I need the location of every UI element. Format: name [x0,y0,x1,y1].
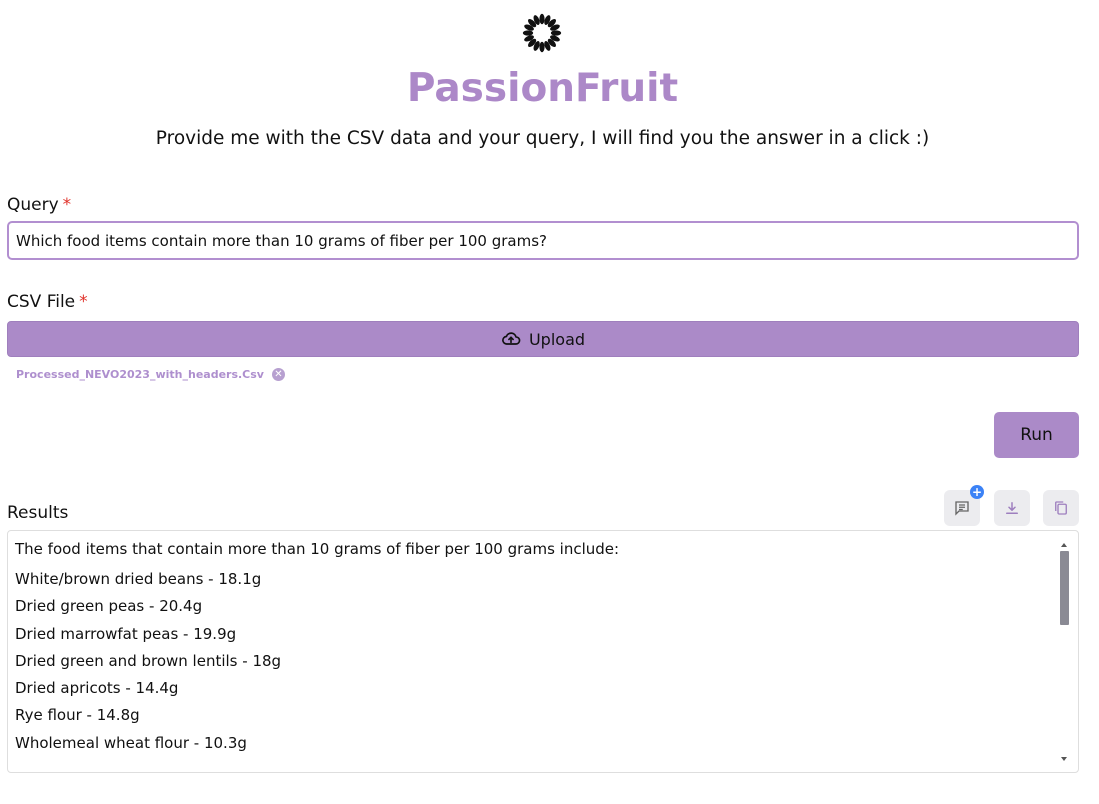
results-label: Results [7,503,69,523]
download-button[interactable] [994,490,1030,526]
query-input[interactable] [7,221,1079,260]
result-line: Rye flour - 14.8g [15,706,140,725]
query-label-text: Query [7,195,59,215]
results-text: The food items that contain more than 10… [15,540,1055,761]
result-line: Dried apricots - 14.4g [15,679,179,698]
comment-icon [955,501,969,516]
csv-label: CSV File * [7,292,88,312]
required-mark: * [62,195,72,215]
csv-label-text: CSV File [7,292,76,312]
result-line: White/brown dried beans - 18.1g [15,570,262,588]
app-subtitle: Provide me with the CSV data and your qu… [155,128,930,149]
new-badge: + [970,485,984,499]
copy-button[interactable] [1043,490,1079,526]
app-title: PassionFruit [406,66,679,111]
result-line: Dried green peas - 20.4g [15,597,203,616]
cloud-upload-icon [502,332,521,345]
sunburst-logo-icon [522,13,562,53]
required-mark: * [79,292,88,312]
uploaded-file-chip: Processed_NEVO2023_with_headers.Csv ✕ [16,368,285,381]
result-line: Wholemeal wheat flour - 10.3g [15,733,247,752]
download-icon [1006,502,1018,514]
file-name: Processed_NEVO2023_with_headers.Csv [16,368,264,381]
scroll-up-icon[interactable] [1061,543,1067,547]
results-intro: The food items that contain more than 10… [15,540,620,558]
result-line: Dried marrowfat peas - 19.9g [15,624,237,643]
upload-label: Upload [528,329,586,349]
result-line: Dried green and brown lentils - 18g [15,651,282,670]
scroll-down-icon[interactable] [1061,757,1067,761]
copy-icon [1055,501,1067,515]
scroll-thumb[interactable] [1060,551,1069,625]
run-button[interactable]: Run [994,412,1079,458]
results-panel[interactable]: The food items that contain more than 10… [7,530,1079,773]
query-label: Query * [7,195,71,215]
upload-button[interactable]: Upload [7,321,1079,357]
results-scrollbar[interactable] [1059,541,1071,763]
close-circle-icon[interactable]: ✕ [271,368,285,381]
